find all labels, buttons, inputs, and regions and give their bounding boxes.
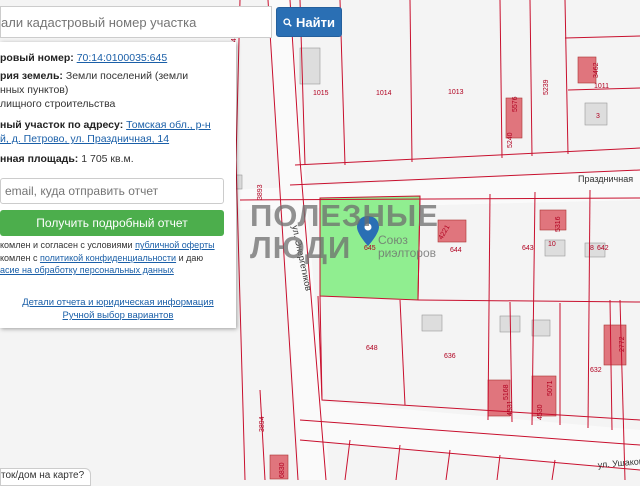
- address-link-2[interactable]: й, д. Петрово, ул. Праздничная, 14: [0, 133, 169, 146]
- search-button[interactable]: Найти: [276, 7, 342, 37]
- address-row: ный участок по адресу: Томская обл., р-н: [0, 119, 211, 132]
- land-category-row: рия земель: Земли поселений (земли: [0, 70, 188, 83]
- plot-number: 1013: [448, 89, 464, 96]
- address-link[interactable]: Томская обл., р-н: [126, 119, 211, 131]
- plot-number: 642: [597, 245, 609, 252]
- land-category-value: Земли поселений (земли: [65, 70, 189, 82]
- plot-number: 5168: [503, 384, 510, 400]
- plot-number: 5239: [543, 79, 550, 95]
- plot-number: 5071: [547, 380, 554, 396]
- personal-data-consent-link[interactable]: асие на обработку персональных данных: [0, 264, 174, 277]
- manual-selection-link[interactable]: Ручной выбор вариантов: [0, 309, 236, 322]
- agree-privacy-suffix: и даю: [176, 253, 204, 263]
- agree-privacy-text: комлен с: [0, 253, 40, 263]
- watermark-line-1: ПОЛЕЗНЫЕ: [250, 198, 439, 233]
- privacy-policy-link[interactable]: политикой конфиденциальности: [40, 253, 176, 263]
- plot-number: 648: [366, 345, 378, 352]
- plot-number: 5576: [512, 96, 519, 112]
- plot-number: 4530: [537, 404, 544, 420]
- watermark-sub-1: Союз: [378, 233, 408, 247]
- get-report-button[interactable]: Получить подробный отчет: [0, 210, 224, 236]
- plot-number: 3894: [259, 416, 266, 432]
- plot-number: 8: [590, 245, 594, 252]
- plot-number: 2772: [619, 336, 626, 352]
- plot-number: 6830: [279, 462, 286, 478]
- cadastral-number-label: ровый номер:: [0, 52, 74, 64]
- cadastral-number-link[interactable]: 70:14:0100035:645: [77, 52, 168, 64]
- plot-number: 632: [590, 367, 602, 374]
- email-input[interactable]: [0, 178, 224, 204]
- public-offer-link[interactable]: публичной оферты: [135, 240, 215, 250]
- address-label: ный участок по адресу:: [0, 119, 124, 131]
- plot-info-panel: ровый номер: 70:14:0100035:645 рия земел…: [0, 42, 236, 328]
- plot-number: 4531: [507, 400, 514, 416]
- report-details-link[interactable]: Детали отчета и юридическая информация: [0, 296, 236, 309]
- plot-number: 636: [444, 353, 456, 360]
- plot-number: 1015: [313, 90, 329, 97]
- plot-number: 1011: [594, 83, 609, 90]
- plot-number: 5316: [555, 216, 562, 232]
- agree-offer-row: комлен и согласен с условиями публичной …: [0, 239, 215, 252]
- area-value: 1 705 кв.м.: [81, 153, 134, 165]
- plot-number: 644: [450, 247, 462, 254]
- land-category-value-3: лищного строительства: [0, 98, 116, 110]
- watermark-sub-2: риэлторов: [378, 246, 436, 260]
- street-label-prazdnichnaya: Праздничная: [578, 174, 633, 184]
- land-category-value-2: нных пунктов): [0, 84, 69, 96]
- agree-offer-text: комлен и согласен с условиями: [0, 240, 136, 250]
- plot-number: 3: [596, 113, 600, 120]
- cadastral-number-row: ровый номер: 70:14:0100035:645: [0, 52, 167, 65]
- plot-number: 3462: [593, 62, 600, 78]
- plot-number: 10: [548, 241, 556, 248]
- plot-number: 643: [522, 245, 534, 252]
- plot-number: 5240: [507, 132, 514, 148]
- search-button-label: Найти: [296, 14, 335, 30]
- plot-number: 645: [364, 245, 376, 252]
- map-help-tooltip[interactable]: ток/дом на карте?: [0, 468, 92, 486]
- cadastral-search-input[interactable]: [0, 6, 272, 38]
- watermark-line-2: ЛЮДИ: [250, 230, 352, 265]
- area-label: нная площадь:: [0, 153, 79, 165]
- land-category-label: рия земель:: [0, 70, 63, 82]
- area-row: нная площадь: 1 705 кв.м.: [0, 153, 134, 166]
- plot-number: 1014: [376, 90, 392, 97]
- search-icon: [283, 17, 292, 27]
